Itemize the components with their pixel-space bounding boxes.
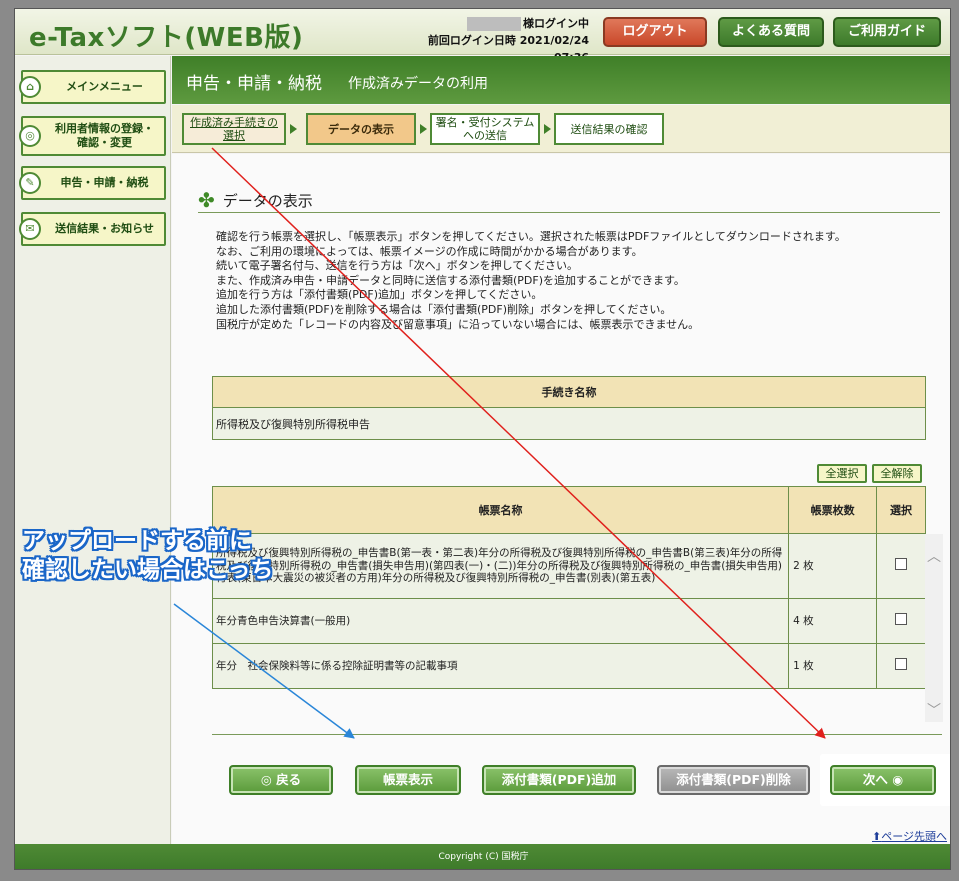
step-send: 署名・受付システム への送信 xyxy=(430,113,540,145)
forms-table: 帳票名称 帳票枚数 選択 所得税及び復興特別所得税の_申告書B(第一表・第二表)… xyxy=(211,486,926,689)
forms-header-name: 帳票名称 xyxy=(211,486,790,534)
forms-header-select: 選択 xyxy=(876,486,926,534)
form-name: 所得税及び復興特別所得税の_申告書B(第一表・第二表)年分の所得税及び復興特別所… xyxy=(211,533,790,599)
instruction-line: また、作成済み申告・申請データと同時に送信する添付書類(PDF)を追加することが… xyxy=(216,273,685,287)
form-name: 年分 社会保険料等に係る控除証明書等の記載事項 xyxy=(211,643,790,689)
page-title: 申告・申請・納税 xyxy=(186,74,322,94)
step-indicator: 作成済み手続きの 選択 データの表示 署名・受付システム への送信 送信結果の確… xyxy=(172,105,950,153)
instruction-line: なお、ご利用の環境によっては、帳票イメージの作成に時間がかかる場合があります。 xyxy=(216,244,643,258)
table-row: 年分 社会保険料等に係る控除証明書等の記載事項 1 枚 xyxy=(211,643,926,689)
page-subtitle: 作成済みデータの利用 xyxy=(348,76,488,92)
form-name: 年分青色申告決算書(一般用) xyxy=(211,598,790,644)
arrow-up-icon: ⬆ xyxy=(872,830,882,843)
form-count: 4 枚 xyxy=(788,598,878,644)
user-icon: ◎ xyxy=(19,125,41,147)
procedure-name: 所得税及び復興特別所得税申告 xyxy=(212,407,926,440)
instruction-line: 追加を行う方は「添付書類(PDF)追加」ボタンを押してください。 xyxy=(216,288,543,302)
procedure-table: 手続き名称 所得税及び復興特別所得税申告 xyxy=(212,376,926,440)
select-all-button[interactable]: 全選択 xyxy=(817,464,867,483)
view-forms-button[interactable]: 帳票表示 xyxy=(355,765,461,795)
content-area: ✤ データの表示 確認を行う帳票を選択し、「帳票表示」ボタンを押してください。選… xyxy=(172,154,950,844)
form-select-checkbox[interactable] xyxy=(895,613,908,626)
last-login-label: 前回ログイン日時 xyxy=(427,34,516,47)
instructions: 確認を行う帳票を選択し、「帳票表示」ボタンを押してください。選択された帳票はPD… xyxy=(216,230,916,332)
instruction-line: 追加した添付書類(PDF)を削除する場合は「添付書類(PDF)削除」ボタンを押し… xyxy=(216,302,672,316)
section-heading-text: データの表示 xyxy=(222,191,313,210)
page-top-label: ページ先頭へ xyxy=(881,830,947,843)
etax-logo: e-Taxソフト(WEB版) xyxy=(29,23,304,53)
sidebar-item-label: メインメニュー xyxy=(66,80,143,93)
sidebar-item-user-info[interactable]: ◎ 利用者情報の登録・ 確認・変更 xyxy=(19,116,166,156)
app-window: e-Taxソフト(WEB版) 様ログイン中 前回ログイン日時 2021/02/2… xyxy=(14,8,951,870)
faq-button[interactable]: よくある質問 xyxy=(718,17,824,47)
sidebar-item-label: 送信結果・お知らせ xyxy=(55,222,154,235)
forms-header-count: 帳票枚数 xyxy=(788,486,878,534)
annotation-line: アップロードする前に xyxy=(22,528,252,554)
home-icon: ⌂ xyxy=(19,76,41,98)
form-select-checkbox[interactable] xyxy=(895,558,908,571)
step-view-data: データの表示 xyxy=(306,113,416,145)
sidebar-item-results[interactable]: ✉ 送信結果・お知らせ xyxy=(19,212,166,246)
section-divider xyxy=(198,212,940,213)
table-row: 年分青色申告決算書(一般用) 4 枚 xyxy=(211,598,926,644)
sidebar-item-main-menu[interactable]: ⌂ メインメニュー xyxy=(19,70,166,104)
sidebar: ⌂ メインメニュー ◎ 利用者情報の登録・ 確認・変更 ✎ 申告・申請・納税 ✉… xyxy=(15,56,171,844)
footer: Copyright (C) 国税庁 xyxy=(15,844,950,869)
remove-pdf-button[interactable]: 添付書類(PDF)削除 xyxy=(657,765,810,795)
step-confirm-result: 送信結果の確認 xyxy=(554,113,664,145)
form-select-checkbox[interactable] xyxy=(895,658,908,671)
table-row: 所得税及び復興特別所得税の_申告書B(第一表・第二表)年分の所得税及び復興特別所… xyxy=(211,533,926,599)
step-select-procedure[interactable]: 作成済み手続きの 選択 xyxy=(182,113,286,145)
sidebar-item-label: 利用者情報の登録・ 確認・変更 xyxy=(55,122,154,149)
page-top-link[interactable]: ⬆ページ先頭へ xyxy=(872,828,947,844)
masked-username xyxy=(467,17,521,31)
sidebar-item-label: 申告・申請・納税 xyxy=(60,176,149,189)
procedure-header: 手続き名称 xyxy=(212,376,926,408)
annotation-callout: アップロードする前に 確認したい場合はこっち xyxy=(22,527,273,585)
step-arrow-icon xyxy=(420,124,427,134)
sidebar-item-filing[interactable]: ✎ 申告・申請・納税 xyxy=(19,166,166,200)
section-heading: ✤ データの表示 xyxy=(198,188,313,212)
form-count: 1 枚 xyxy=(788,643,878,689)
main-title-bar: 申告・申請・納税 作成済みデータの利用 xyxy=(172,56,950,104)
clover-icon: ✤ xyxy=(198,188,215,212)
header: e-Taxソフト(WEB版) 様ログイン中 前回ログイン日時 2021/02/2… xyxy=(15,9,950,64)
forms-scrollbar[interactable]: ︿ ﹀ xyxy=(925,534,943,722)
back-button[interactable]: ◎ 戻る xyxy=(229,765,333,795)
instruction-line: 国税庁が定めた「レコードの内容及び留意事項」に沿っていない場合には、帳票表示でき… xyxy=(216,317,700,331)
mail-icon: ✉ xyxy=(19,218,41,240)
form-count: 2 枚 xyxy=(788,533,878,599)
pen-icon: ✎ xyxy=(19,172,41,194)
bottom-divider xyxy=(212,734,942,735)
add-pdf-button[interactable]: 添付書類(PDF)追加 xyxy=(482,765,636,795)
step-arrow-icon xyxy=(544,124,551,134)
step-arrow-icon xyxy=(290,124,297,134)
instruction-line: 続いて電子署名付与、送信を行う方は「次へ」ボタンを押してください。 xyxy=(216,259,579,273)
guide-button[interactable]: ご利用ガイド xyxy=(833,17,941,47)
deselect-all-button[interactable]: 全解除 xyxy=(872,464,922,483)
instruction-line: 確認を行う帳票を選択し、「帳票表示」ボタンを押してください。選択された帳票はPD… xyxy=(216,230,846,243)
annotation-line: 確認したい場合はこっち xyxy=(22,557,274,583)
chevron-up-icon[interactable]: ︿ xyxy=(927,546,941,566)
chevron-down-icon[interactable]: ﹀ xyxy=(927,700,941,720)
logout-button[interactable]: ログアウト xyxy=(603,17,707,47)
login-status-text: 様ログイン中 xyxy=(523,17,589,30)
next-button[interactable]: 次へ ◉ xyxy=(830,765,936,795)
